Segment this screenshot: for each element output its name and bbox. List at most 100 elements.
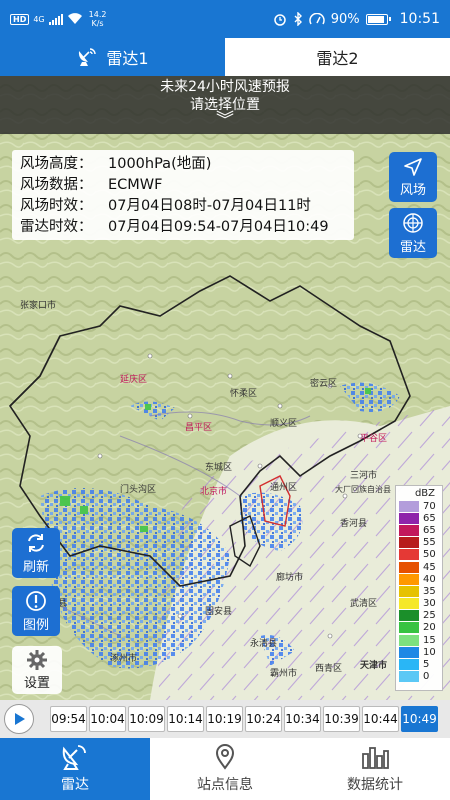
- map-label: 延庆区: [120, 375, 148, 385]
- map-label: 三河市: [350, 471, 378, 481]
- legend-value: 40: [423, 573, 436, 585]
- legend-swatch: [399, 659, 419, 671]
- legend-row: 45: [399, 561, 439, 573]
- legend-row: 30: [399, 598, 439, 610]
- map-label: 霸州市: [270, 669, 298, 679]
- legend-swatch: [399, 573, 419, 585]
- bar-chart-icon: [362, 747, 389, 769]
- time-chip[interactable]: 09:54: [50, 706, 87, 732]
- net-speed-unit: K/s: [91, 19, 104, 28]
- map-label: 廊坊市: [276, 573, 304, 583]
- hd-badge: HD: [10, 13, 30, 25]
- legend-swatch: [399, 622, 419, 634]
- map-label: 香河县: [340, 519, 368, 529]
- legend-swatch: [399, 537, 419, 549]
- speed-gauge-icon: [309, 13, 325, 25]
- forecast-title: 未来24小时风速预报: [160, 79, 290, 95]
- status-left: HD 4G 14.2 K/s: [10, 10, 106, 28]
- map-label: 东城区: [205, 463, 233, 473]
- play-button[interactable]: [4, 704, 34, 734]
- legend-button[interactable]: 图例: [12, 586, 60, 636]
- time-chip[interactable]: 10:34: [284, 706, 321, 732]
- app-root: HD 4G 14.2 K/s 90% 10:51 雷达1 雷达2 延庆区 怀柔区…: [0, 0, 450, 800]
- time-chip[interactable]: 10:39: [323, 706, 360, 732]
- clock: 10:51: [399, 11, 440, 27]
- wind-field-button[interactable]: 风场: [389, 152, 437, 202]
- settings-label: 设置: [23, 676, 50, 691]
- battery-percent: 90%: [330, 11, 360, 27]
- info-row-source: 风场数据： ECMWF: [20, 175, 346, 196]
- gear-icon: [27, 650, 47, 670]
- time-chip[interactable]: 10:49: [401, 706, 438, 732]
- info-row-wind-time: 风场时效： 07月04日08时-07月04日11时: [20, 196, 346, 217]
- time-chip[interactable]: 10:19: [206, 706, 243, 732]
- map-label: 固安县: [205, 607, 233, 617]
- legend-row: 35: [399, 585, 439, 597]
- tab-radar-2-label: 雷达2: [316, 49, 359, 68]
- play-icon: [15, 713, 25, 725]
- legend-value: 65: [423, 512, 436, 524]
- wifi-icon: [67, 13, 82, 24]
- time-chip[interactable]: 10:09: [128, 706, 165, 732]
- nav-station-info[interactable]: 站点信息: [150, 738, 300, 800]
- legend-rows: 70 65 65 55 50 45 40 35 30 25 20 15 10 5 0: [399, 500, 439, 683]
- map-label: 武清区: [350, 599, 378, 609]
- map-label: 通州区: [270, 483, 298, 493]
- legend-unit: dBZ: [414, 488, 435, 499]
- forecast-banner[interactable]: 未来24小时风速预报 请选择位置 ︾: [0, 76, 450, 134]
- legend-row: 10: [399, 646, 439, 658]
- nav-data-stats[interactable]: 数据统计: [300, 738, 450, 800]
- legend-value: 70: [423, 500, 436, 512]
- chevron-down-icon[interactable]: ︾: [0, 112, 450, 130]
- time-chip[interactable]: 10:44: [362, 706, 399, 732]
- time-chip[interactable]: 10:14: [167, 706, 204, 732]
- legend-row: 70: [399, 500, 439, 512]
- legend-value: 15: [423, 634, 436, 646]
- radar-map[interactable]: 延庆区 怀柔区 密云区 昌平区 顺义区 平谷区 通州区 三河市 大厂回族自治县 …: [0, 76, 450, 700]
- tab-radar-2[interactable]: 雷达2: [225, 38, 450, 76]
- legend-swatch: [399, 500, 419, 512]
- time-chip[interactable]: 10:04: [89, 706, 126, 732]
- map-label: 天津市: [360, 661, 388, 671]
- legend-swatch: [399, 512, 419, 524]
- refresh-icon: [28, 533, 44, 552]
- legend-row: 0: [399, 671, 439, 683]
- legend-row: 15: [399, 634, 439, 646]
- tab-radar-1[interactable]: 雷达1: [0, 38, 225, 76]
- radar-dish-icon: [79, 48, 97, 66]
- info-value: 07月04日09:54-07月04日10:49: [108, 219, 329, 235]
- nav-data-stats-label: 数据统计: [347, 777, 403, 793]
- location-pin-icon: [215, 744, 235, 770]
- legend-value: 20: [423, 622, 436, 634]
- info-value: ECMWF: [108, 177, 163, 193]
- legend-value: 0: [423, 671, 430, 683]
- legend-row: 5: [399, 658, 439, 671]
- legend-row: 20: [399, 622, 439, 634]
- bottom-nav: 雷达 站点信息 数据统计: [0, 738, 450, 800]
- wind-info-panel: 风场高度： 1000hPa(地面) 风场数据： ECMWF 风场时效： 07月0…: [12, 150, 354, 240]
- dbz-legend: dBZ 70 65 65 55 50 45 40 35 30 25 20 15 10 5 0: [395, 485, 443, 691]
- info-value: 1000hPa(地面): [108, 156, 212, 172]
- map-label: 涿州市: [110, 654, 138, 664]
- info-circle-icon: [26, 590, 46, 611]
- map-label: 怀柔区: [230, 389, 258, 399]
- nav-radar[interactable]: 雷达: [0, 738, 150, 800]
- refresh-button[interactable]: 刷新: [12, 528, 60, 578]
- legend-row: 25: [399, 610, 439, 622]
- status-bar: HD 4G 14.2 K/s 90% 10:51: [0, 0, 450, 38]
- radar-button[interactable]: 雷达: [389, 208, 437, 258]
- time-chip[interactable]: 10:24: [245, 706, 282, 732]
- legend-value: 65: [423, 524, 436, 536]
- legend-swatch: [399, 598, 419, 610]
- refresh-label: 刷新: [22, 559, 49, 575]
- top-tabs: 雷达1 雷达2: [0, 38, 450, 76]
- legend-row: 55: [399, 537, 439, 549]
- bluetooth-icon: [294, 12, 302, 26]
- timeline-bar: 09:54 10:04 10:09 10:14 10:19 10:24 10:34 10:39…: [0, 700, 450, 738]
- map-label: 张家口市: [20, 301, 57, 311]
- legend-value: 25: [423, 610, 436, 622]
- legend-value: 30: [423, 598, 436, 610]
- settings-button[interactable]: 设置: [12, 646, 62, 694]
- legend-swatch: [399, 549, 419, 561]
- signal-label: 4G: [33, 14, 45, 24]
